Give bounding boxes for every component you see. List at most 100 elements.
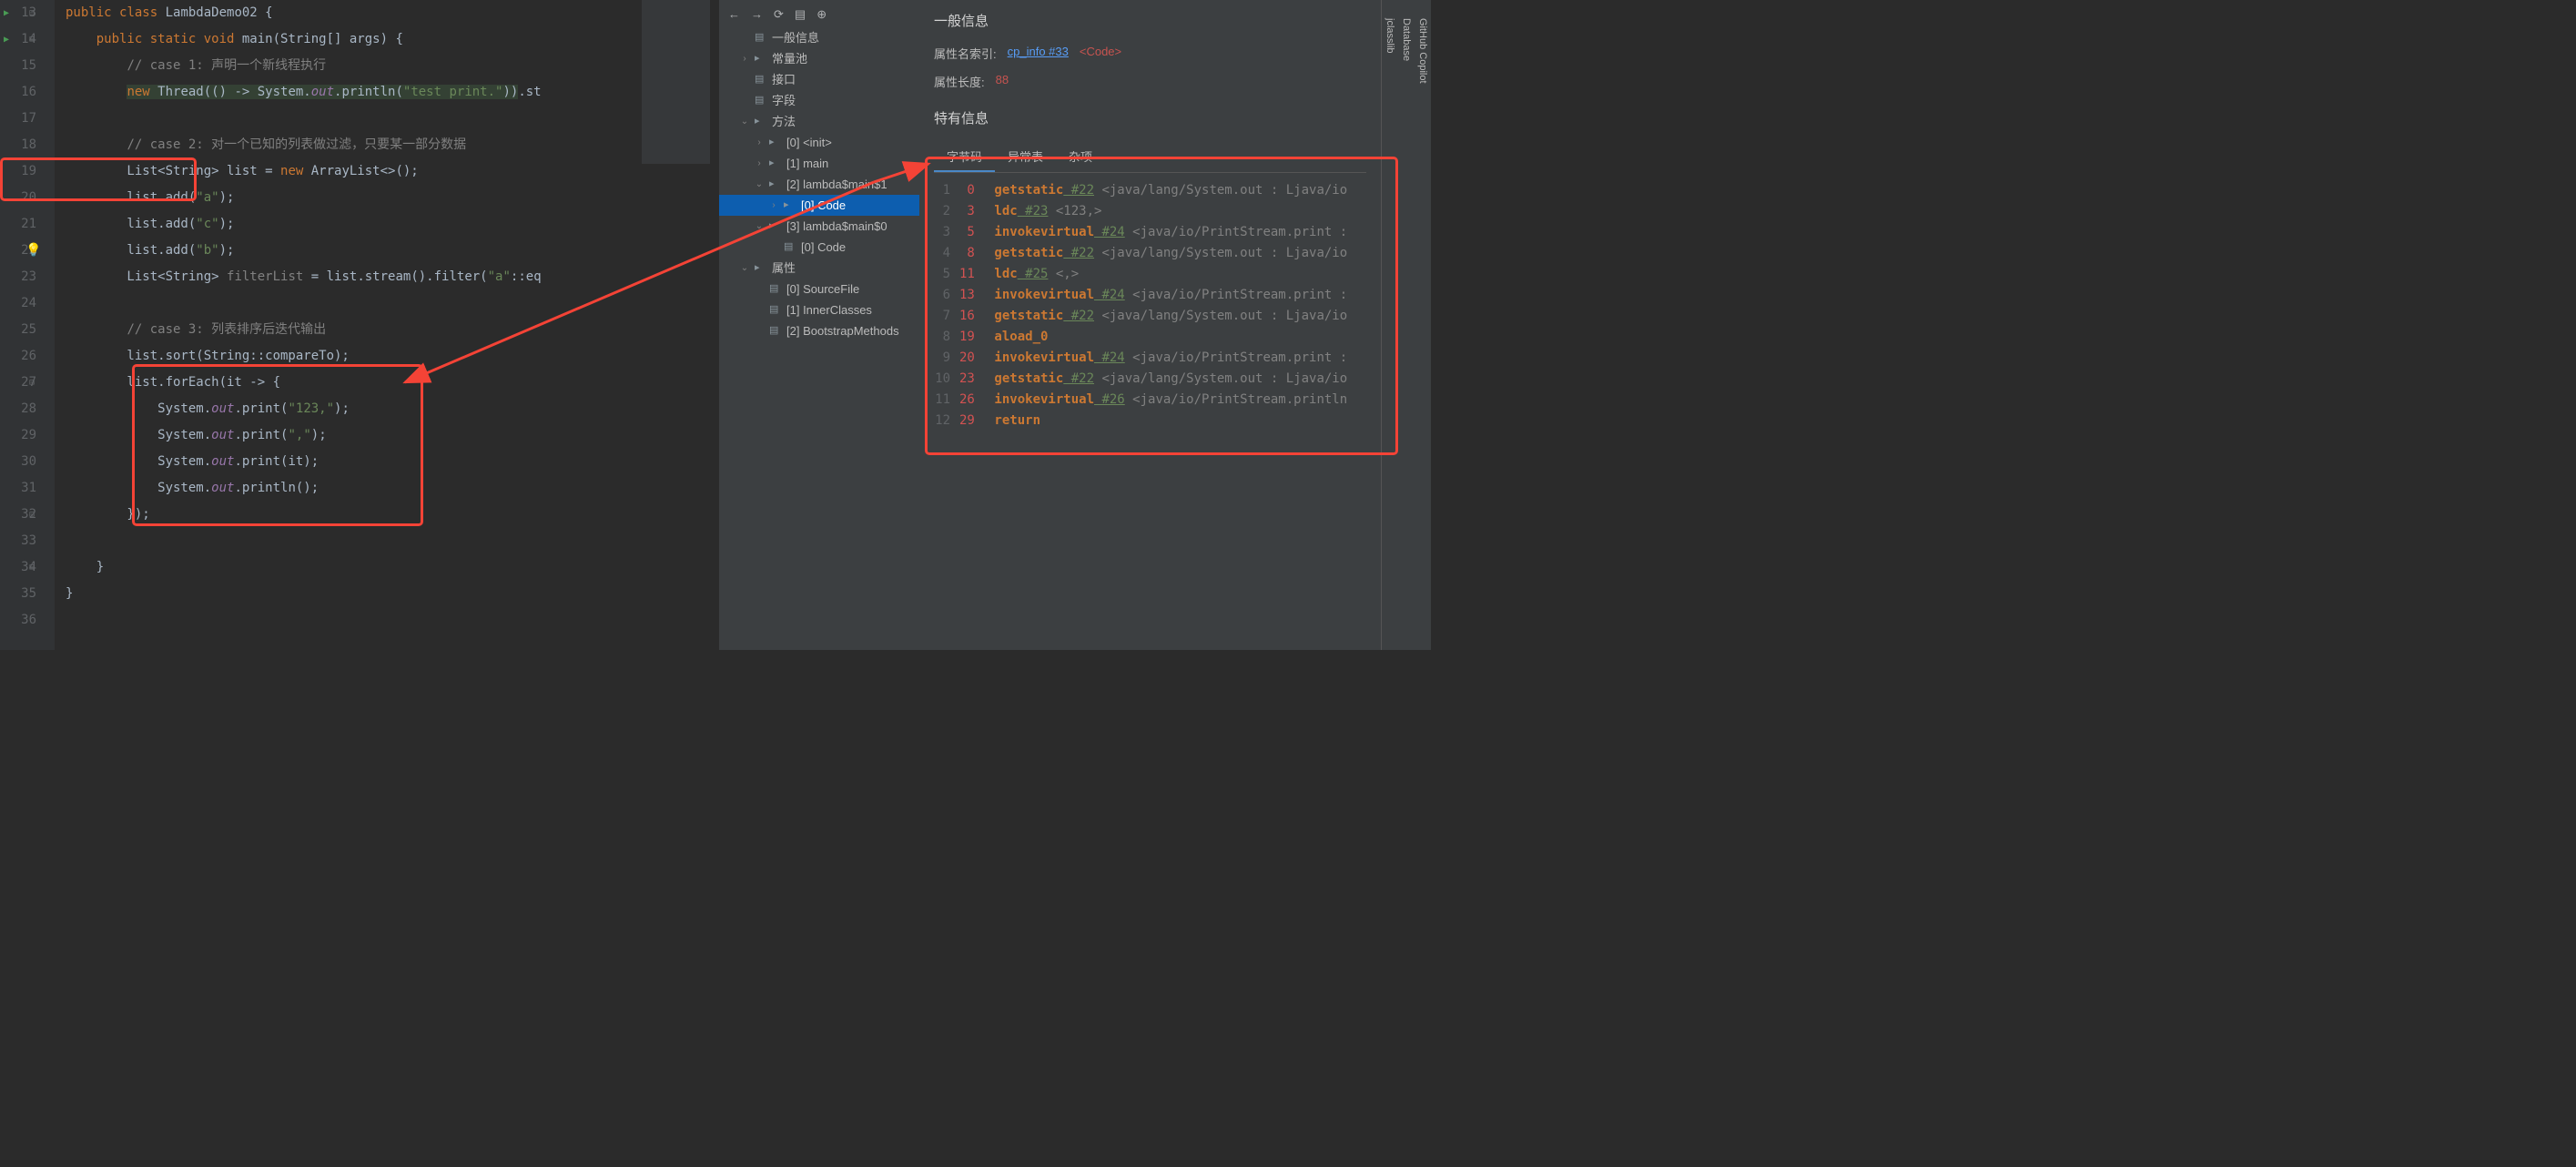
gutter-line[interactable]: 35 <box>0 581 36 607</box>
gutter-line[interactable]: 13▶⊟ <box>0 0 36 26</box>
bytecode-line[interactable]: 1229 return <box>934 411 1366 431</box>
code-line[interactable]: System.out.print(it); <box>66 449 719 475</box>
code-line[interactable]: // case 3: 列表排序后迭代输出 <box>66 317 719 343</box>
gutter-line[interactable]: 17 <box>0 106 36 132</box>
gutter-line[interactable]: 26 <box>0 343 36 370</box>
code-line[interactable]: public static void main(String[] args) { <box>66 26 719 53</box>
chevron-icon[interactable]: › <box>754 132 765 153</box>
chevron-icon[interactable]: › <box>768 195 779 216</box>
bulb-icon[interactable]: 💡 <box>25 238 41 264</box>
gutter-line[interactable]: 33 <box>0 528 36 554</box>
tree-item[interactable]: ⌄▸方法 <box>719 111 919 132</box>
gutter-line[interactable]: 23 <box>0 264 36 290</box>
gutter-line[interactable]: 32⊟ <box>0 502 36 528</box>
fold-icon[interactable]: ⊟ <box>29 502 35 528</box>
fold-icon[interactable]: ⊟ <box>29 26 35 53</box>
tab-bytecode[interactable]: 字节码 <box>934 142 995 172</box>
tree-item[interactable]: ▤[1] InnerClasses <box>719 299 919 320</box>
bytecode-line[interactable]: 3 5 invokevirtual #24 <java/io/PrintStre… <box>934 222 1366 243</box>
bytecode-ref-link[interactable]: #26 <box>1094 390 1125 411</box>
bytecode-line[interactable]: 613 invokevirtual #24 <java/io/PrintStre… <box>934 285 1366 306</box>
bytecode-line[interactable]: 511 ldc #25 <,> <box>934 264 1366 285</box>
sidebar-tab-jclasslib[interactable]: jclasslib <box>1382 7 1398 650</box>
code-line[interactable]: }); <box>66 502 719 528</box>
gutter-line[interactable]: 21 <box>0 211 36 238</box>
tree-item[interactable]: ›▸[1] main <box>719 153 919 174</box>
tree-item[interactable]: ⌄▸属性 <box>719 258 919 279</box>
tab-exception-table[interactable]: 异常表 <box>995 142 1056 172</box>
gutter-line[interactable]: 36 <box>0 607 36 634</box>
gutter-line[interactable]: 19 <box>0 158 36 185</box>
tree-item[interactable]: ▤接口 <box>719 69 919 90</box>
gutter-line[interactable]: 29 <box>0 422 36 449</box>
tree-item[interactable]: ⌄▸[3] lambda$main$0 <box>719 216 919 237</box>
chevron-icon[interactable]: › <box>754 153 765 174</box>
tab-misc[interactable]: 杂项 <box>1056 142 1105 172</box>
gutter-line[interactable]: 20 <box>0 185 36 211</box>
tree-item[interactable]: ▤[2] BootstrapMethods <box>719 320 919 341</box>
chevron-icon[interactable]: › <box>739 48 750 69</box>
bytecode-ref-link[interactable]: #22 <box>1063 180 1094 201</box>
tree-item[interactable]: ▤字段 <box>719 90 919 111</box>
bytecode-line[interactable]: 1 0 getstatic #22 <java/lang/System.out … <box>934 180 1366 201</box>
bytecode-line[interactable]: 920 invokevirtual #24 <java/io/PrintStre… <box>934 348 1366 369</box>
tree-item[interactable]: ›▸[0] <init> <box>719 132 919 153</box>
code-line[interactable]: // case 2: 对一个已知的列表做过滤，只要某一部分数据 <box>66 132 719 158</box>
bytecode-line[interactable]: 4 8 getstatic #22 <java/lang/System.out … <box>934 243 1366 264</box>
save-icon[interactable]: ▤ <box>795 7 806 27</box>
bytecode-ref-link[interactable]: #25 <box>1018 264 1049 285</box>
bytecode-ref-link[interactable]: #24 <box>1094 348 1125 369</box>
tree-item[interactable]: ▤[0] SourceFile <box>719 279 919 299</box>
fold-icon[interactable]: ⊟ <box>29 0 35 26</box>
code-line[interactable]: } <box>66 554 719 581</box>
chevron-icon[interactable]: ⌄ <box>754 174 765 195</box>
bytecode-ref-link[interactable]: #22 <box>1063 243 1094 264</box>
chevron-icon[interactable]: ⌄ <box>739 111 750 132</box>
fold-icon[interactable]: ⊟ <box>29 554 35 581</box>
code-line[interactable] <box>66 106 719 132</box>
tree-item[interactable]: ⌄▸[2] lambda$main$1 <box>719 174 919 195</box>
gutter-line[interactable]: 22💡 <box>0 238 36 264</box>
code-line[interactable]: list.sort(String::compareTo); <box>66 343 719 370</box>
gutter-line[interactable]: 28 <box>0 396 36 422</box>
globe-icon[interactable]: ⊕ <box>816 7 827 27</box>
code-line[interactable]: list.add("c"); <box>66 211 719 238</box>
sidebar-tab-database[interactable]: Database <box>1398 7 1415 650</box>
bytecode-line[interactable]: 819 aload_0 <box>934 327 1366 348</box>
back-icon[interactable]: ← <box>728 7 740 27</box>
code-line[interactable] <box>66 290 719 317</box>
bytecode-listing[interactable]: 1 0 getstatic #22 <java/lang/System.out … <box>934 180 1366 431</box>
attr-index-link[interactable]: cp_info #33 <box>1008 45 1069 62</box>
sidebar-tab-copilot[interactable]: GitHub Copilot <box>1415 7 1431 650</box>
forward-icon[interactable]: → <box>751 7 763 27</box>
chevron-icon[interactable]: ⌄ <box>739 258 750 279</box>
gutter-line[interactable]: 16 <box>0 79 36 106</box>
code-line[interactable]: List<String> filterList = list.stream().… <box>66 264 719 290</box>
code-line[interactable]: list.add("a"); <box>66 185 719 211</box>
code-line[interactable]: public class LambdaDemo02 { <box>66 0 719 26</box>
tree-item[interactable]: ›▸常量池 <box>719 48 919 69</box>
refresh-icon[interactable]: ⟳ <box>774 7 784 27</box>
gutter-line[interactable]: 15 <box>0 53 36 79</box>
chevron-icon[interactable]: ⌄ <box>754 216 765 237</box>
gutter-line[interactable]: 25 <box>0 317 36 343</box>
minimap[interactable] <box>642 0 710 164</box>
code-line[interactable] <box>66 528 719 554</box>
tree-item[interactable]: ›▸[0] Code <box>719 195 919 216</box>
run-icon[interactable]: ▶ <box>4 26 9 53</box>
code-line[interactable] <box>66 607 719 634</box>
bytecode-line[interactable]: 716 getstatic #22 <java/lang/System.out … <box>934 306 1366 327</box>
fold-icon[interactable]: ⊟ <box>29 370 35 396</box>
bytecode-ref-link[interactable]: #24 <box>1094 285 1125 306</box>
code-line[interactable]: System.out.print("123,"); <box>66 396 719 422</box>
gutter-line[interactable]: 30 <box>0 449 36 475</box>
bytecode-ref-link[interactable]: #24 <box>1094 222 1125 243</box>
bytecode-line[interactable]: 1126 invokevirtual #26 <java/io/PrintStr… <box>934 390 1366 411</box>
gutter-line[interactable]: 31 <box>0 475 36 502</box>
code-line[interactable]: } <box>66 581 719 607</box>
gutter-line[interactable]: 27⊟ <box>0 370 36 396</box>
code-area[interactable]: public class LambdaDemo02 { public stati… <box>55 0 719 650</box>
code-line[interactable]: // case 1: 声明一个新线程执行 <box>66 53 719 79</box>
bytecode-ref-link[interactable]: #23 <box>1018 201 1049 222</box>
run-icon[interactable]: ▶ <box>4 0 9 26</box>
